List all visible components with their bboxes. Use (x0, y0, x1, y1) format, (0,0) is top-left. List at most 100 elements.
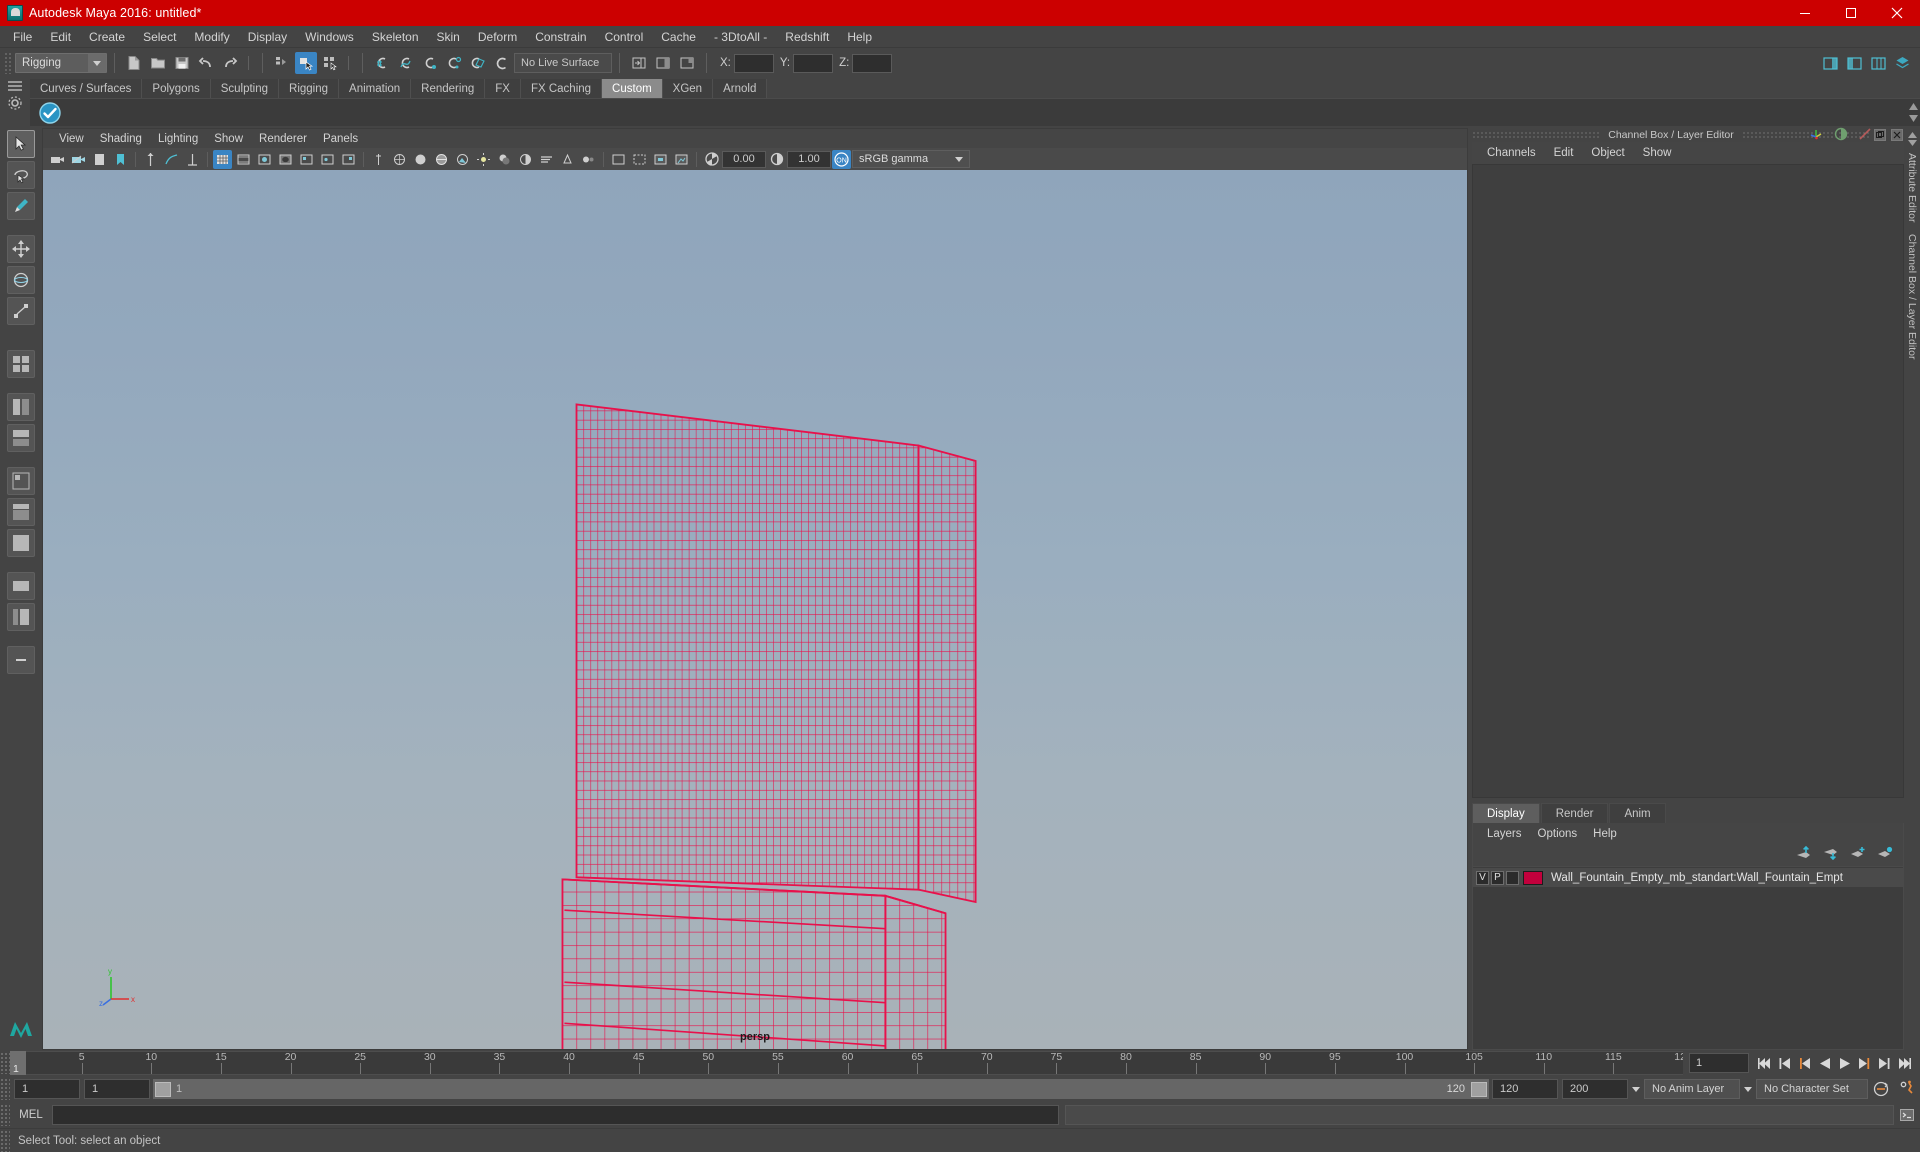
save-scene-icon[interactable] (171, 52, 193, 74)
half-circle-icon[interactable] (1834, 127, 1848, 146)
render-settings-icon[interactable] (672, 150, 691, 169)
slash-icon[interactable] (1858, 127, 1872, 146)
step-forward-key-icon[interactable] (1855, 1053, 1874, 1073)
menu-redshift[interactable]: Redshift (776, 28, 838, 46)
go-to-end-icon[interactable] (1895, 1053, 1914, 1073)
new-layer-from-selected-icon[interactable] (1876, 846, 1893, 865)
menu-windows[interactable]: Windows (296, 28, 363, 46)
channel-box-content[interactable] (1472, 164, 1904, 798)
camera-attributes-icon[interactable] (90, 150, 109, 169)
paint-select-tool[interactable] (7, 192, 35, 220)
snap-to-view-plane-icon[interactable] (467, 52, 489, 74)
step-forward-frame-icon[interactable] (1875, 1053, 1894, 1073)
live-surface-field[interactable]: No Live Surface (514, 53, 612, 73)
range-handle-right[interactable] (1471, 1081, 1487, 1097)
viewport-menu-shading[interactable]: Shading (92, 132, 150, 146)
viewport-menu-renderer[interactable]: Renderer (251, 132, 315, 146)
snap-to-curve-icon[interactable] (395, 52, 417, 74)
statusline-grip[interactable] (4, 52, 12, 74)
lights-toggle-icon[interactable] (474, 150, 493, 169)
shelf-tab-xgen[interactable]: XGen (662, 79, 714, 98)
anim-layer-dropdown-icon[interactable] (1740, 1086, 1756, 1092)
step-back-key-icon[interactable] (1795, 1053, 1814, 1073)
range-start-field[interactable]: 1 (84, 1079, 150, 1099)
strip-label-attribute-editor[interactable]: Attribute Editor (1906, 148, 1918, 227)
anim-end-field[interactable]: 200 (1562, 1079, 1628, 1099)
coord-y-field[interactable] (793, 53, 834, 73)
outliner-persp-layout[interactable] (7, 603, 35, 631)
persp-only-layout[interactable] (7, 572, 35, 600)
texture-toggle-icon[interactable] (453, 150, 472, 169)
close-panel-icon[interactable] (1891, 129, 1903, 141)
menu-create[interactable]: Create (80, 28, 134, 46)
shelf-tab-curves-surfaces[interactable]: Curves / Surfaces (30, 79, 143, 98)
redo-icon[interactable] (219, 52, 241, 74)
shelf-tab-fx[interactable]: FX (485, 79, 521, 98)
command-language-label[interactable]: MEL (10, 1109, 52, 1121)
toggle-channel-box-icon[interactable] (1867, 52, 1889, 74)
gamma-icon[interactable] (767, 150, 786, 169)
move-layer-up-icon[interactable] (1795, 845, 1812, 865)
3dtoall-shelf-icon[interactable] (36, 100, 64, 126)
time-slider-grip[interactable] (0, 1052, 10, 1074)
range-end-field[interactable]: 120 (1492, 1079, 1558, 1099)
animation-preferences-icon[interactable] (1894, 1080, 1920, 1098)
shelf-tab-animation[interactable]: Animation (339, 79, 412, 98)
menu-control[interactable]: Control (596, 28, 653, 46)
playback-speed-dropdown-icon[interactable] (1628, 1086, 1644, 1092)
strip-label-channel-box[interactable]: Channel Box / Layer Editor (1906, 229, 1918, 365)
hud-toggle-icon[interactable] (183, 150, 202, 169)
menu-edit[interactable]: Edit (41, 28, 80, 46)
select-object-icon[interactable] (295, 52, 317, 74)
shelf-tab-rendering[interactable]: Rendering (411, 79, 486, 98)
layer-tab-render[interactable]: Render (1540, 803, 1609, 823)
snap-to-grid-icon[interactable] (371, 52, 393, 74)
play-forwards-icon[interactable] (1835, 1053, 1854, 1073)
maximize-icon[interactable] (1828, 0, 1874, 26)
coord-z-field[interactable] (852, 53, 893, 73)
render-region-icon[interactable] (630, 150, 649, 169)
resolution-gate-icon[interactable] (255, 150, 274, 169)
shelf-scroll-arrows[interactable] (1906, 99, 1920, 126)
menu-modify[interactable]: Modify (185, 28, 238, 46)
channelbox-menu-channels[interactable]: Channels (1478, 146, 1545, 160)
layer-menu-options[interactable]: Options (1530, 827, 1586, 841)
rotate-tool[interactable] (7, 266, 35, 294)
grid-toggle-icon[interactable] (213, 149, 232, 169)
shelf-tab-sculpting[interactable]: Sculpting (210, 79, 280, 98)
bookmark-icon[interactable] (111, 150, 130, 169)
step-back-frame-icon[interactable] (1775, 1053, 1794, 1073)
snap-to-projected-center-icon[interactable] (443, 52, 465, 74)
menu-deform[interactable]: Deform (469, 28, 526, 46)
shelf-tab-polygons[interactable]: Polygons (142, 79, 211, 98)
menu-set-selector[interactable]: Rigging (15, 53, 107, 73)
range-slider-bar[interactable]: 1 120 (153, 1079, 1489, 1099)
color-management-icon[interactable]: ON (832, 149, 851, 169)
motion-blur-icon[interactable] (537, 150, 556, 169)
new-scene-icon[interactable] (123, 52, 145, 74)
script-editor-icon[interactable] (1894, 1107, 1920, 1123)
shelf-tab-fx-caching[interactable]: FX Caching (520, 79, 603, 98)
image-plane-icon[interactable] (141, 150, 160, 169)
menu-skeleton[interactable]: Skeleton (363, 28, 428, 46)
auto-keyframe-icon[interactable] (1868, 1080, 1894, 1098)
depth-of-field-icon[interactable] (579, 150, 598, 169)
float-panel-icon[interactable] (1874, 129, 1886, 141)
layer-tab-display[interactable]: Display (1472, 803, 1540, 823)
shelf-tab-custom[interactable]: Custom (602, 79, 663, 98)
new-layer-icon[interactable] (1849, 846, 1866, 865)
layer-menu-help[interactable]: Help (1585, 827, 1625, 841)
xray-joints-icon[interactable] (318, 150, 337, 169)
open-scene-icon[interactable] (147, 52, 169, 74)
layer-color-swatch[interactable] (1523, 870, 1543, 885)
channelbox-menu-edit[interactable]: Edit (1545, 146, 1583, 160)
help-line-grip[interactable] (0, 1129, 10, 1152)
isolate-select-icon[interactable] (369, 150, 388, 169)
editor-toggle-a-icon[interactable] (652, 52, 674, 74)
select-component-icon[interactable] (319, 52, 341, 74)
layer-tab-anim[interactable]: Anim (1609, 803, 1666, 823)
shelf-tab-rigging[interactable]: Rigging (279, 79, 340, 98)
exposure-field[interactable]: 0.00 (722, 150, 766, 168)
four-view-layout[interactable] (7, 350, 35, 378)
lock-camera-icon[interactable] (69, 150, 88, 169)
